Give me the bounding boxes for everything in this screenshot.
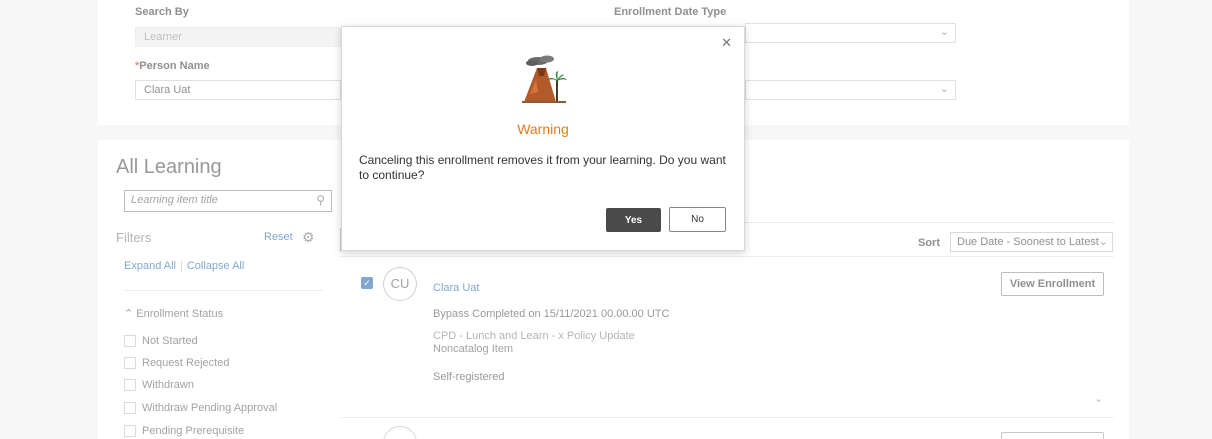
- dialog-message: Canceling this enrollment removes it fro…: [359, 153, 726, 182]
- volcano-icon: [522, 55, 567, 103]
- warning-dialog: ✕ Warning Canceling this enrollment remo…: [341, 26, 745, 251]
- no-button[interactable]: No: [669, 207, 726, 232]
- yes-button[interactable]: Yes: [606, 208, 661, 232]
- close-icon[interactable]: ✕: [721, 35, 732, 51]
- dialog-title: Warning: [517, 121, 569, 137]
